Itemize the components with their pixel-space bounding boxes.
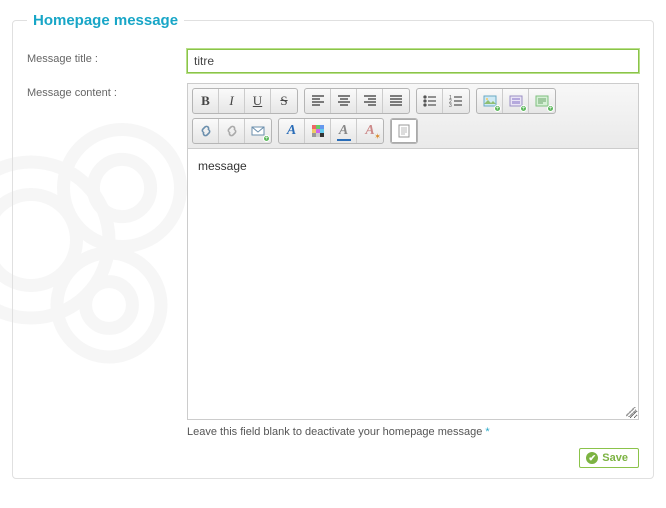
align-left-button[interactable]	[305, 89, 331, 113]
save-button[interactable]: ✔ Save	[579, 448, 639, 468]
hint-text: Leave this field blank to deactivate you…	[187, 426, 482, 438]
email-link-button[interactable]: +	[245, 119, 271, 143]
strikethrough-button[interactable]: S	[271, 89, 297, 113]
message-content-area[interactable]: message	[188, 149, 638, 419]
clear-formatting-button[interactable]: A ✶	[357, 119, 383, 143]
required-star-icon: *	[485, 426, 489, 438]
message-title-input[interactable]	[187, 49, 639, 73]
content-hint: Leave this field blank to deactivate you…	[187, 426, 639, 438]
save-button-label: Save	[602, 452, 628, 464]
message-title-label: Message title :	[27, 49, 187, 65]
insert-media-button[interactable]: +	[503, 89, 529, 113]
align-justify-button[interactable]	[383, 89, 409, 113]
font-family-button[interactable]: A	[279, 119, 305, 143]
text-color-button[interactable]: A	[331, 119, 357, 143]
font-color-button[interactable]	[305, 119, 331, 143]
resize-grip-icon[interactable]	[626, 407, 636, 417]
unordered-list-button[interactable]	[417, 89, 443, 113]
rich-text-editor: B I U S	[187, 83, 639, 420]
ordered-list-button[interactable]: 123	[443, 89, 469, 113]
editor-toolbar: B I U S	[188, 84, 638, 149]
insert-image-button[interactable]: +	[477, 89, 503, 113]
underline-button[interactable]: U	[245, 89, 271, 113]
italic-button[interactable]: I	[219, 89, 245, 113]
fieldset-legend: Homepage message	[27, 12, 184, 29]
check-icon: ✔	[586, 452, 598, 464]
homepage-message-fieldset: Homepage message Message title : Message…	[12, 12, 654, 479]
insert-file-button[interactable]: +	[529, 89, 555, 113]
message-content-label: Message content :	[27, 83, 187, 99]
align-right-button[interactable]	[357, 89, 383, 113]
bold-button[interactable]: B	[193, 89, 219, 113]
align-center-button[interactable]	[331, 89, 357, 113]
svg-text:3: 3	[449, 103, 452, 108]
link-button[interactable]	[193, 119, 219, 143]
source-button[interactable]	[391, 119, 417, 143]
unlink-button[interactable]	[219, 119, 245, 143]
